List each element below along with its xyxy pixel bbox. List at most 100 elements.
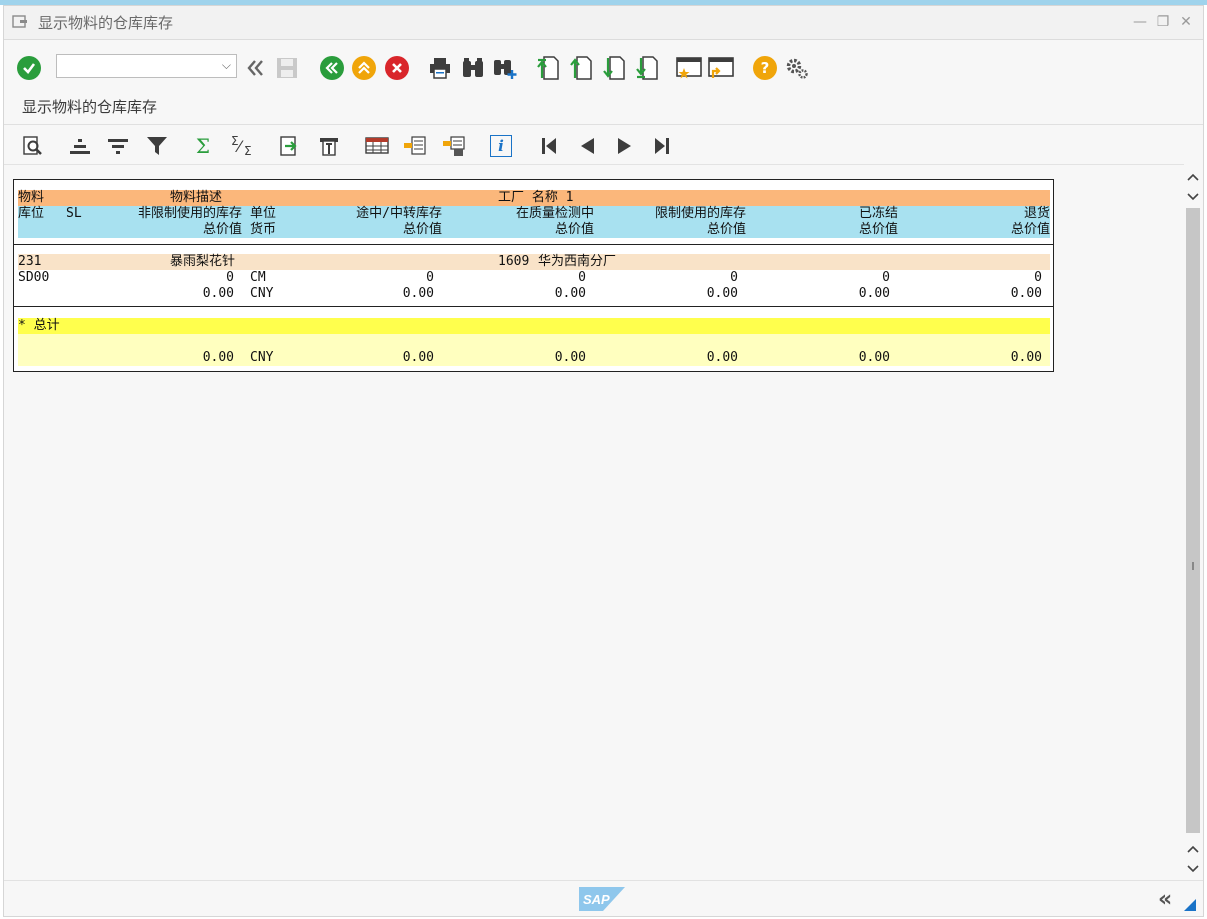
total-value-row: 0.00 CNY 0.00 0.00 0.00 0.00 0.00 — [18, 350, 1050, 366]
generate-shortcut-button[interactable] — [707, 54, 735, 82]
header-currency: 货币 — [250, 222, 277, 237]
grip-icon — [1192, 562, 1194, 570]
in-transit-stock: 0 — [426, 270, 434, 285]
resize-corner-icon[interactable] — [1184, 899, 1196, 911]
close-window-icon[interactable]: ✕ — [1178, 14, 1194, 30]
chevron-up-icon[interactable] — [1185, 842, 1201, 858]
select-layout-icon — [404, 136, 426, 155]
first-page-icon — [537, 56, 559, 80]
storage-location-row[interactable]: SD00 0 CM 0 0 0 0 0 — [18, 270, 1050, 286]
export-button[interactable] — [277, 133, 303, 159]
quality-inspection-value: 0.00 — [554, 286, 586, 301]
chevron-down-icon[interactable] — [1185, 862, 1201, 878]
last-record-icon — [655, 138, 669, 154]
exit-icon — [352, 56, 376, 80]
print-icon — [430, 58, 450, 79]
first-record-button[interactable] — [536, 133, 562, 159]
command-input[interactable] — [57, 55, 207, 78]
header-sl: SL — [66, 206, 82, 221]
vertical-scrollbar[interactable] — [1183, 166, 1203, 880]
svg-text:SAP: SAP — [583, 892, 610, 907]
material-number[interactable]: 231 — [18, 254, 41, 270]
total-in-transit-value: 0.00 — [402, 350, 434, 365]
divider — [14, 306, 1053, 307]
header-storage-location: 库位 — [18, 206, 45, 221]
double-chevron-left-icon[interactable]: « — [1158, 887, 1172, 912]
find-icon — [463, 58, 483, 77]
sort-ascending-button[interactable] — [67, 133, 93, 159]
find-button[interactable] — [459, 54, 487, 82]
find-next-icon — [494, 60, 517, 79]
last-record-button[interactable] — [649, 133, 675, 159]
next-record-button[interactable] — [612, 133, 638, 159]
enter-button[interactable] — [15, 54, 43, 82]
export-icon — [280, 136, 297, 156]
save-layout-button[interactable] — [441, 133, 467, 159]
storage-location[interactable]: SD00 — [18, 270, 49, 286]
sort-descending-button[interactable] — [105, 133, 131, 159]
print-button[interactable] — [426, 54, 454, 82]
restricted-stock: 0 — [730, 270, 738, 285]
sort-descending-icon — [108, 139, 128, 154]
select-layout-button[interactable] — [402, 133, 428, 159]
first-page-button[interactable] — [534, 54, 562, 82]
details-button[interactable] — [20, 133, 46, 159]
previous-page-icon — [570, 56, 592, 80]
total-button[interactable]: Σ — [190, 133, 216, 159]
subtotal-icon: Σ ⁄ Σ — [231, 134, 252, 158]
header-in-transit: 途中/中转库存 — [356, 206, 442, 221]
scrollbar-thumb[interactable] — [1186, 208, 1200, 833]
back-button[interactable] — [318, 54, 346, 82]
chevron-down-icon[interactable] — [1185, 190, 1201, 206]
save-button[interactable] — [273, 54, 301, 82]
header-returns: 退货 — [1023, 206, 1050, 221]
settings-icon — [786, 58, 808, 79]
returns-value: 0.00 — [1010, 286, 1042, 301]
layout-button[interactable] — [364, 133, 390, 159]
menu-icon[interactable] — [12, 15, 28, 29]
last-page-button[interactable] — [633, 54, 661, 82]
next-page-icon — [603, 56, 625, 80]
help-button[interactable]: ? — [751, 54, 779, 82]
window-title: 显示物料的仓库库存 — [38, 14, 174, 32]
in-transit-value: 0.00 — [402, 286, 434, 301]
unit: CM — [250, 270, 266, 285]
header-restricted: 限制使用的库存 — [654, 206, 746, 221]
create-session-button[interactable] — [675, 54, 703, 82]
chevron-up-icon[interactable] — [1185, 170, 1201, 186]
filter-button[interactable] — [144, 133, 170, 159]
maximize-icon[interactable]: ❐ — [1155, 14, 1171, 30]
subtotal-button[interactable]: Σ ⁄ Σ — [229, 133, 255, 159]
print-preview-button[interactable] — [316, 133, 342, 159]
exit-button[interactable] — [350, 54, 378, 82]
chevron-down-icon[interactable]: ⌵ — [222, 58, 231, 73]
command-field[interactable]: ⌵ — [56, 54, 237, 78]
filter-icon — [147, 137, 167, 155]
total-restricted-value: 0.00 — [706, 350, 738, 365]
print-preview-icon — [320, 138, 338, 156]
cancel-button[interactable] — [383, 54, 411, 82]
minimize-icon[interactable]: — — [1132, 14, 1148, 30]
material-row[interactable]: 231 暴雨梨花针 1609 华为西南分厂 — [18, 254, 1050, 270]
settings-button[interactable] — [783, 54, 811, 82]
value-row: 0.00 CNY 0.00 0.00 0.00 0.00 0.00 — [18, 286, 1050, 302]
total-quality-value: 0.00 — [554, 350, 586, 365]
sort-ascending-icon — [70, 139, 90, 154]
previous-record-button[interactable] — [574, 133, 600, 159]
cancel-icon — [385, 56, 409, 80]
restricted-value: 0.00 — [706, 286, 738, 301]
header-total-value: 总价值 — [202, 222, 242, 237]
currency: CNY — [250, 286, 274, 301]
first-record-icon — [542, 138, 556, 154]
header-row-3: 总价值 货币 总价值 总价值 总价值 总价值 总价值 — [18, 222, 1050, 238]
find-next-button[interactable] — [491, 54, 519, 82]
information-button[interactable]: i — [488, 133, 514, 159]
previous-page-button[interactable] — [567, 54, 595, 82]
unrestricted-stock: 0 — [226, 270, 234, 285]
double-chevron-left-icon — [247, 60, 263, 76]
collapse-command-button[interactable] — [242, 54, 270, 82]
next-page-button[interactable] — [600, 54, 628, 82]
enter-icon — [17, 56, 41, 80]
total-currency: CNY — [250, 350, 274, 365]
last-page-icon — [636, 56, 658, 80]
